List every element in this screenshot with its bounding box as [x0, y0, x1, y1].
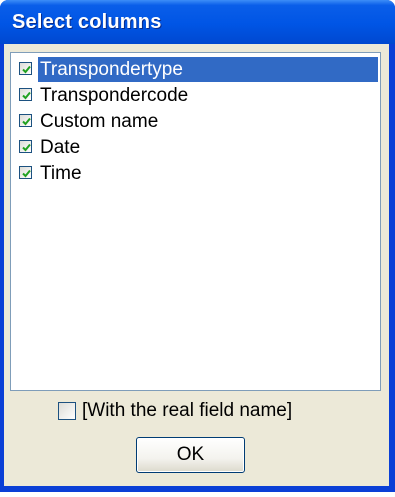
column-item-label: Transpondertype [38, 57, 378, 82]
column-item-custom-name[interactable]: Custom name [16, 109, 378, 134]
checked-checkbox-icon[interactable] [19, 62, 32, 75]
column-item-label: Custom name [40, 111, 159, 132]
checked-checkbox-icon[interactable] [19, 114, 32, 127]
checked-checkbox-icon[interactable] [19, 166, 32, 179]
columns-checklist[interactable]: Transpondertype Transpondercode Custom n… [10, 52, 381, 391]
dialog-title: Select columns [12, 11, 162, 33]
window-bottom-border [0, 486, 395, 492]
checked-checkbox-icon[interactable] [19, 140, 32, 153]
real-field-name-option[interactable]: [With the real field name] [58, 400, 358, 424]
dialog-body: Transpondertype Transpondercode Custom n… [4, 44, 389, 486]
column-item-label: Date [40, 137, 81, 158]
column-item-label: Time [40, 163, 82, 184]
column-item-transpondertype[interactable]: Transpondertype [16, 57, 378, 82]
select-columns-dialog: Select columns Transpondertype Transpond… [0, 0, 395, 492]
column-item-time[interactable]: Time [16, 161, 378, 186]
title-bar[interactable]: Select columns [0, 0, 395, 44]
real-field-name-label[interactable]: [With the real field name] [82, 400, 292, 422]
column-item-date[interactable]: Date [16, 135, 378, 160]
column-item-transpondercode[interactable]: Transpondercode [16, 83, 378, 108]
real-field-name-checkbox[interactable] [58, 402, 76, 420]
ok-button[interactable]: OK [136, 437, 245, 473]
column-item-label: Transpondercode [40, 85, 189, 106]
checked-checkbox-icon[interactable] [19, 88, 32, 101]
